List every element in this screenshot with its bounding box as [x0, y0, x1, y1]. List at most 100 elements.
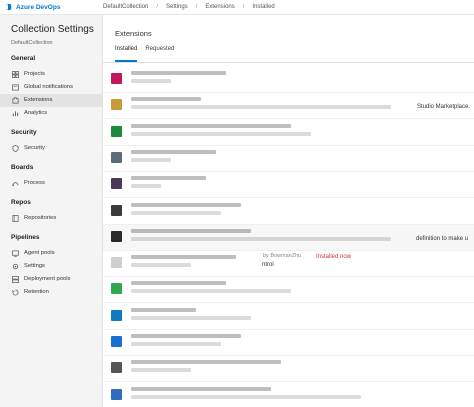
extension-description-redacted: [131, 289, 291, 294]
breadcrumb-installed[interactable]: Installed: [252, 4, 274, 10]
sidebar-item-label: Settings: [24, 263, 45, 269]
extension-status-installed: Installed now: [316, 254, 352, 261]
sidebar-item-agent-pools[interactable]: Agent pools: [0, 247, 102, 260]
sidebar-item-label: Deployment pools: [24, 276, 71, 282]
extension-icon: [111, 362, 122, 374]
extension-icon: [111, 283, 122, 295]
extension-icon: [111, 178, 122, 190]
extension-description-redacted: [131, 263, 191, 268]
extension-row[interactable]: [103, 146, 474, 172]
sidebar-item-projects[interactable]: Projects: [0, 68, 102, 81]
extension-icon: [111, 230, 122, 242]
tab-requested[interactable]: Requested: [145, 46, 174, 62]
extension-description-redacted: [131, 210, 221, 215]
sidebar-item-settings[interactable]: Settings: [0, 260, 102, 273]
projects-icon: [12, 71, 19, 78]
extension-name-redacted: [131, 71, 226, 75]
brand[interactable]: Azure DevOps: [0, 0, 103, 15]
extension-description-redacted: [131, 131, 311, 136]
shield-icon: [12, 145, 19, 152]
sidebar-item-label: Agent pools: [24, 250, 55, 256]
extension-icon: [111, 257, 122, 269]
extension-description-redacted: [131, 236, 391, 241]
extension-name-redacted: [131, 149, 216, 154]
sidebar-item-deployment-pools[interactable]: Deployment pools: [0, 273, 102, 286]
extension-row[interactable]: by BowmanZhu Installed now ntrol: [103, 251, 474, 278]
deployment-pools-icon: [12, 276, 19, 283]
extension-name-redacted: [131, 176, 206, 181]
sidebar-item-label: Repositories: [24, 215, 57, 221]
section-general: General: [11, 55, 36, 62]
extension-row[interactable]: Studio Marketplace.: [103, 93, 474, 120]
extension-name-redacted: [131, 123, 291, 128]
extension-name-redacted: [131, 334, 241, 338]
sidebar: Collection Settings DefaultCollection Ge…: [0, 15, 103, 407]
extension-description-redacted: [131, 184, 161, 189]
section-pipelines: Pipelines: [11, 234, 40, 241]
extension-icon: [111, 309, 122, 321]
section-boards: Boards: [11, 164, 34, 171]
breadcrumb-settings[interactable]: Settings: [166, 4, 188, 10]
sidebar-item-label: Global notifications: [24, 84, 73, 90]
extension-icon: [111, 151, 122, 163]
extension-name-redacted: [131, 97, 201, 102]
extension-row[interactable]: [103, 356, 474, 383]
tab-installed[interactable]: Installed: [115, 46, 138, 62]
sidebar-item-label: Security: [24, 145, 45, 151]
extension-row[interactable]: [103, 172, 474, 199]
extension-icon: [111, 125, 122, 137]
extension-description-text: definition to make u: [416, 235, 469, 242]
sidebar-item-label: Projects: [24, 71, 45, 77]
extension-icon: [111, 73, 122, 84]
extension-row[interactable]: [103, 67, 474, 93]
extension-row[interactable]: definition to make u: [103, 224, 474, 251]
extension-name-redacted: [131, 202, 241, 207]
sidebar-item-analytics[interactable]: Analytics: [0, 107, 102, 120]
extension-description-redacted: [131, 315, 251, 320]
breadcrumb-separator: /: [195, 4, 198, 10]
retention-icon: [12, 289, 19, 296]
breadcrumb-separator: /: [156, 4, 159, 10]
repositories-icon: [12, 215, 19, 222]
sidebar-item-process[interactable]: Process: [0, 177, 102, 190]
extension-icon: [111, 204, 122, 216]
extension-description-redacted: [131, 342, 221, 346]
breadcrumb-extensions[interactable]: Extensions: [205, 4, 234, 10]
sidebar-item-label: Process: [24, 180, 45, 186]
extension-row[interactable]: [103, 277, 474, 304]
extension-name-redacted: [131, 228, 251, 233]
main-content: Extensions Installed Requested Studio Ma…: [103, 15, 474, 407]
breadcrumb-collection[interactable]: DefaultCollection: [103, 4, 148, 10]
extension-name-redacted: [131, 386, 271, 391]
sidebar-item-label: Retention: [24, 289, 49, 295]
sidebar-item-label: Extensions: [24, 97, 53, 103]
azure-devops-logo-icon: [4, 3, 12, 11]
sidebar-item-extensions[interactable]: Extensions: [0, 94, 102, 107]
gear-icon: [12, 263, 19, 270]
sidebar-subtitle: DefaultCollection: [11, 40, 53, 46]
extension-name-redacted: [131, 360, 281, 365]
page-title: Extensions: [115, 29, 152, 38]
extension-row[interactable]: [103, 304, 474, 330]
tab-bar: Installed Requested: [115, 46, 182, 62]
extension-row[interactable]: [103, 120, 474, 146]
sidebar-title: Collection Settings: [11, 24, 94, 35]
sidebar-item-repositories[interactable]: Repositories: [0, 212, 102, 225]
extension-author: by BowmanZhu: [263, 253, 302, 260]
extension-name-redacted: [131, 281, 226, 286]
sidebar-item-global-notifications[interactable]: Global notifications: [0, 81, 102, 94]
extension-row[interactable]: [103, 199, 474, 225]
extension-description-text: ntrol: [262, 262, 274, 269]
extension-description-redacted: [131, 105, 391, 110]
extension-row[interactable]: [103, 383, 474, 407]
extension-name-redacted: [131, 255, 236, 260]
extension-description-redacted: [131, 79, 171, 83]
breadcrumb: DefaultCollection / Settings / Extension…: [103, 4, 275, 10]
extension-row[interactable]: [103, 330, 474, 356]
sidebar-item-retention[interactable]: Retention: [0, 286, 102, 299]
extension-icon: [111, 388, 122, 400]
extensions-icon: [12, 97, 19, 104]
extension-name-redacted: [131, 307, 196, 312]
sidebar-item-security[interactable]: Security: [0, 142, 102, 155]
section-security: Security: [11, 129, 37, 136]
